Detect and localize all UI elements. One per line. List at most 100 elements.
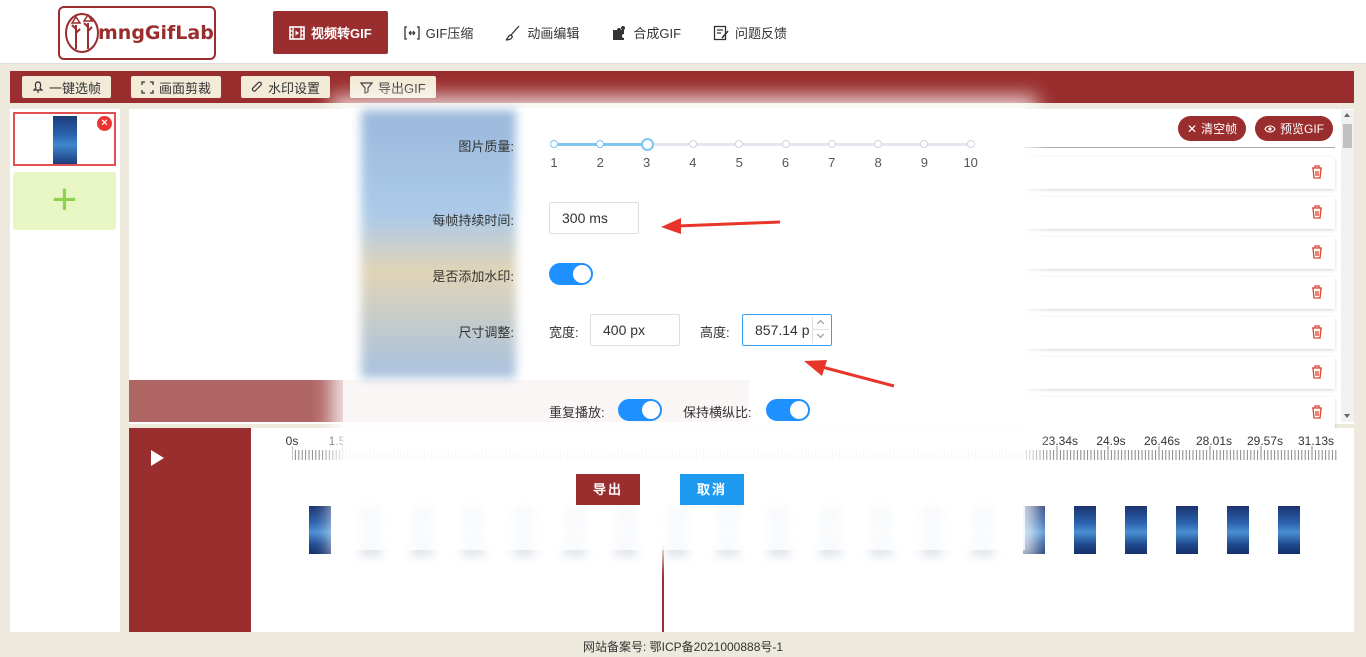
timeline-frame[interactable] [1125,506,1147,554]
timeline-frame[interactable] [1278,506,1300,554]
timeline-frame[interactable] [309,506,331,554]
logo[interactable]: mngGifLab [58,6,216,60]
film-icon [289,25,305,40]
chevron-down-icon[interactable] [816,330,825,339]
slider-stop-label: 1 [550,155,558,170]
preview-gif-button[interactable]: 预览GIF [1255,116,1333,141]
nav-compose-gif[interactable]: 合成GIF [595,11,697,54]
stepper-divider [813,329,829,330]
export-button[interactable]: 导出 [576,474,640,505]
frame-row [1025,317,1335,349]
button-label: 导出GIF [378,80,426,96]
playhead[interactable] [662,546,664,632]
slider-stop-label: 9 [920,155,929,170]
scroll-down-icon[interactable] [1344,414,1350,418]
repeat-label: 重复播放: [549,405,605,420]
frame-row [1025,197,1335,229]
nav-gif-compress[interactable]: GIF压缩 [388,11,490,54]
width-input[interactable]: 400 px [590,314,680,346]
quality-slider-handle[interactable] [641,138,654,151]
height-label: 高度: [700,325,730,340]
nav-feedback[interactable]: 问题反馈 [697,11,803,54]
trash-icon[interactable] [1311,405,1323,419]
frame-row [1025,277,1335,309]
button-label: 画面剪裁 [159,80,212,96]
paperclip-icon [251,81,262,92]
slider-stop-label: 6 [781,155,790,170]
tree-logo-icon [65,13,99,53]
puzzle-icon [613,25,626,40]
frame-sources-panel: × + [10,109,120,632]
keep-ratio-toggle[interactable] [766,399,810,421]
nav-label: 合成GIF [633,26,682,41]
crop-icon [141,80,154,94]
clear-frames-button[interactable]: ✕ 清空帧 [1178,116,1247,141]
annotation-arrow [804,360,895,388]
height-stepper[interactable] [812,317,829,343]
add-video-button[interactable]: + [13,172,116,230]
plus-icon: + [51,175,78,224]
trash-icon[interactable] [1311,165,1323,179]
slider-stop[interactable] [781,140,790,148]
timeline-frame[interactable] [1023,506,1045,554]
slider-stop-label: 10 [963,155,978,170]
slider-stop[interactable] [688,140,697,148]
chevron-up-icon[interactable] [816,319,825,328]
nav-video-to-gif[interactable]: 视频转GIF [273,11,388,54]
button-label: 水印设置 [268,80,321,96]
nav-animation-edit[interactable]: 动画编辑 [489,11,595,54]
timeline-frame[interactable] [1074,506,1096,554]
compress-icon [404,25,420,40]
frame-duration-input[interactable]: 300 ms [549,202,639,234]
scroll-thumb[interactable] [1343,124,1352,148]
frame-row [1025,357,1335,389]
logo-text: mngGifLab [98,22,214,44]
editor-toolbar: 一键选帧 画面剪裁 水印设置 导出GIF [10,71,1354,103]
nav-label: 动画编辑 [527,26,580,41]
trash-icon[interactable] [1311,205,1323,219]
nav-label: 问题反馈 [735,26,788,41]
watermark-toggle[interactable] [549,263,593,285]
remove-video-icon[interactable]: × [97,116,112,131]
slider-stop-label: 2 [596,155,604,170]
watermark-settings-button[interactable]: 水印设置 [241,76,331,98]
slider-stop-label: 4 [689,155,697,170]
repeat-toggle[interactable] [618,399,662,421]
button-label: 预览GIF [1280,122,1324,136]
cancel-button[interactable]: 取消 [680,474,744,505]
scroll-up-icon[interactable] [1344,113,1350,117]
slider-stop[interactable] [966,140,975,148]
slider-stop-label: 8 [874,155,882,170]
brush-icon [505,25,520,41]
trash-icon[interactable] [1311,285,1323,299]
play-icon[interactable] [151,450,164,466]
keep-ratio-label: 保持横纵比: [683,405,752,420]
frame-duration-label: 每帧持续时间: [432,213,514,228]
trash-icon[interactable] [1311,365,1323,379]
size-label: 尺寸调整: [458,325,514,340]
close-icon: ✕ [1187,121,1198,136]
trash-icon[interactable] [1311,325,1323,339]
slider-stop-label: 7 [828,155,836,170]
frame-list-scrollbar[interactable] [1341,110,1354,422]
crop-button[interactable]: 画面剪裁 [131,76,222,98]
video-thumbnail[interactable]: × [13,112,116,166]
button-label: 一键选帧 [49,80,102,96]
frame-row [1025,237,1335,269]
slider-stop[interactable] [550,140,558,148]
slider-stop-label: 5 [735,155,743,170]
slider-stop[interactable] [827,140,836,148]
feedback-icon [713,25,729,40]
filter-icon [360,81,374,94]
trash-icon[interactable] [1311,245,1323,259]
frame-row [1025,157,1335,189]
nav-label: 视频转GIF [311,26,372,41]
annotation-arrow [661,218,781,234]
export-gif-button[interactable]: 导出GIF [350,76,436,98]
divider [1025,147,1335,148]
timeline-frame[interactable] [1176,506,1198,554]
play-panel [129,428,251,632]
timeline-frame[interactable] [1227,506,1249,554]
frame-row [1025,397,1335,429]
select-frames-button[interactable]: 一键选帧 [22,76,112,98]
